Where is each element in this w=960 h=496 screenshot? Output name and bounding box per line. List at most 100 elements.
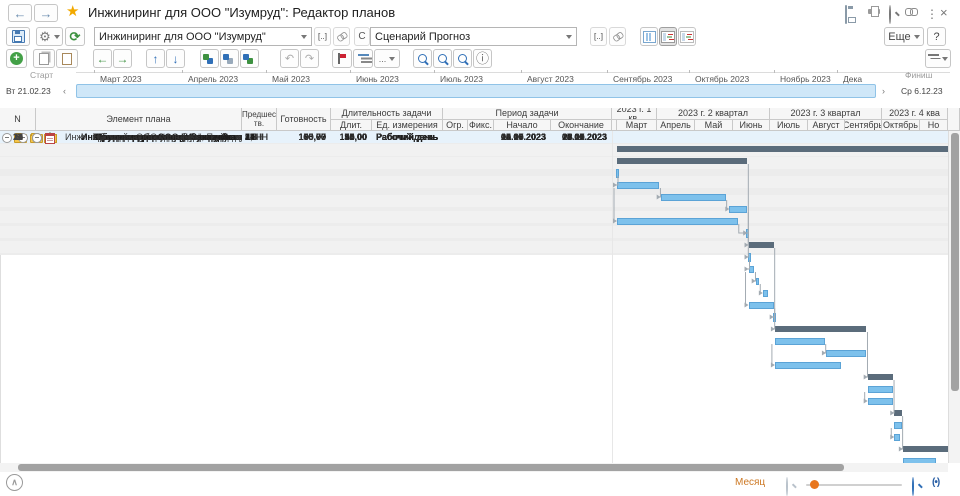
add-link-button[interactable] — [240, 49, 259, 68]
more-button[interactable]: Еще — [884, 27, 924, 46]
gantt-task-bar[interactable] — [894, 434, 900, 441]
gantt-month-header[interactable]: Сентябрь — [845, 120, 882, 131]
refresh-button[interactable]: ⟳ — [65, 27, 85, 46]
gantt-quarter-header[interactable]: 2023 г. 2 квартал — [657, 108, 770, 120]
zoom-slider-track[interactable] — [806, 484, 902, 486]
search-button[interactable] — [413, 49, 432, 68]
gantt-milestone-tick[interactable] — [748, 253, 751, 262]
gantt-quarter-header[interactable]: 2023 г. 3 квартал — [770, 108, 882, 120]
gantt-milestone-tick[interactable] — [773, 313, 776, 322]
gantt-task-bar[interactable] — [775, 362, 842, 369]
scenario-choose-button[interactable]: [..] — [590, 27, 607, 46]
close-icon[interactable]: × — [940, 4, 948, 22]
help-button[interactable]: ? — [927, 27, 946, 46]
preview-icon[interactable] — [889, 6, 891, 24]
gantt-summary-bar[interactable] — [775, 326, 867, 332]
gantt-quarter-header[interactable]: 2023 г. 4 ква — [882, 108, 948, 120]
undo-button[interactable]: ↶ — [280, 49, 299, 68]
save-document-icon[interactable] — [845, 6, 847, 24]
redo-button[interactable]: ↷ — [300, 49, 319, 68]
vertical-scrollbar[interactable] — [948, 131, 960, 463]
view-gantt-button[interactable] — [678, 27, 696, 46]
favorite-star-icon[interactable]: ★ — [66, 2, 79, 20]
settings-button[interactable]: ⚙ — [36, 27, 63, 46]
gantt-task-bar[interactable] — [775, 338, 825, 345]
scenario-select[interactable]: Сценарий Прогноз — [370, 27, 577, 46]
gantt-task-bar[interactable] — [617, 218, 738, 225]
search-icon — [418, 54, 427, 63]
gantt-summary-bar[interactable] — [617, 158, 747, 164]
gantt-month-header[interactable]: Но — [920, 120, 948, 131]
gantt-task-bar[interactable] — [729, 206, 747, 213]
scale-label[interactable]: Месяц — [735, 477, 765, 488]
scroll-left-icon[interactable]: ‹ — [63, 86, 66, 96]
gantt-task-bar[interactable] — [749, 302, 774, 309]
view-table-button[interactable] — [640, 27, 658, 46]
gantt-task-bar[interactable] — [826, 350, 867, 357]
gantt-task-bar[interactable] — [868, 398, 893, 405]
gantt-task-bar[interactable] — [617, 182, 659, 189]
gantt-month-header[interactable]: Август — [808, 120, 845, 131]
mini-month-label: Октябрь 2023 — [695, 74, 749, 84]
horizontal-scrollbar-thumb[interactable] — [18, 464, 844, 471]
gantt-quarter-header[interactable]: 2023 г. 1 кв. — [612, 108, 657, 120]
chevron-down-icon[interactable] — [301, 35, 307, 39]
gantt-summary-bar[interactable] — [749, 242, 774, 248]
gantt-milestone-tick[interactable] — [616, 169, 619, 178]
zoom-in-icon[interactable] — [912, 478, 914, 496]
back-button[interactable]: ← — [8, 4, 32, 22]
gantt-summary-bar[interactable] — [617, 146, 948, 152]
create-link-button[interactable] — [200, 49, 219, 68]
zoom-slider-knob[interactable] — [810, 480, 819, 489]
gantt-month-header[interactable]: Июль — [770, 120, 808, 131]
chevron-down-icon[interactable] — [566, 35, 572, 39]
gantt-summary-bar[interactable] — [894, 410, 901, 416]
gantt-month-header[interactable]: Май — [695, 120, 733, 131]
gantt-milestone-tick[interactable] — [746, 229, 749, 238]
info-button[interactable]: ⓘ — [473, 49, 492, 68]
timeline-range-slider[interactable] — [76, 84, 876, 98]
add-button[interactable]: + — [6, 49, 27, 68]
scroll-right-icon[interactable]: › — [882, 86, 885, 96]
gantt-task-bar[interactable] — [749, 266, 755, 273]
more-commands-button[interactable]: ... — [374, 49, 400, 68]
gantt-summary-bar[interactable] — [868, 374, 893, 380]
gantt-month-header[interactable]: Октябрь — [882, 120, 920, 131]
gantt-task-bar[interactable] — [763, 290, 768, 297]
plan-open-button[interactable] — [333, 27, 350, 46]
plan-select[interactable]: Инжиниринг для ООО "Изумруд" — [94, 27, 312, 46]
fit-to-window-icon[interactable]: (•) — [932, 477, 939, 488]
menu-kebab-icon[interactable]: ⋮ — [926, 5, 938, 23]
copy-button[interactable] — [33, 49, 55, 68]
outdent-button[interactable]: ← — [93, 49, 112, 68]
paste-button[interactable] — [56, 49, 78, 68]
move-up-button[interactable]: ↑ — [146, 49, 165, 68]
gantt-task-bar[interactable] — [661, 194, 726, 201]
outline-button[interactable] — [353, 49, 373, 68]
scenario-open-button[interactable] — [609, 27, 626, 46]
gantt-task-bar[interactable] — [894, 422, 901, 429]
gantt-month-header[interactable]: Март — [617, 120, 657, 131]
collapse-panel-button[interactable]: ∧ — [6, 474, 23, 491]
row-number: 28 — [0, 131, 36, 143]
plan-choose-button[interactable]: [..] — [314, 27, 331, 46]
indent-button[interactable]: → — [113, 49, 132, 68]
gantt-task-bar[interactable] — [756, 278, 760, 285]
find-prev-button[interactable] — [453, 49, 472, 68]
gantt-month-header[interactable]: Апрель — [657, 120, 695, 131]
horizontal-scrollbar[interactable] — [0, 463, 948, 472]
view-mixed-button[interactable] — [659, 27, 677, 46]
chevron-down-icon — [942, 57, 948, 61]
save-button[interactable] — [6, 27, 30, 46]
milestone-button[interactable] — [332, 49, 352, 68]
move-down-button[interactable]: ↓ — [166, 49, 185, 68]
gantt-task-bar[interactable] — [868, 386, 893, 393]
lock-link-button[interactable] — [220, 49, 239, 68]
forward-button[interactable]: → — [34, 4, 58, 22]
find-next-button[interactable] — [433, 49, 452, 68]
gantt-summary-bar[interactable] — [903, 446, 948, 452]
vertical-scrollbar-thumb[interactable] — [951, 133, 959, 391]
list-settings-button[interactable] — [925, 49, 951, 68]
zoom-out-icon[interactable] — [786, 478, 788, 496]
gantt-month-header[interactable]: Июнь — [733, 120, 770, 131]
